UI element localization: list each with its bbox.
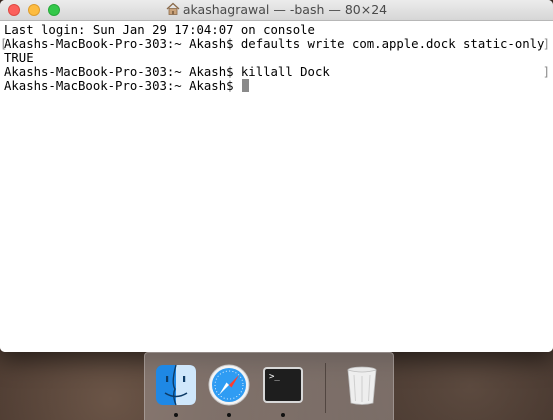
window-title-container: akashagrawal — -bash — 80×24	[0, 2, 553, 17]
running-indicator	[281, 413, 285, 417]
terminal-prompt-line: Akashs-MacBook-Pro-303:~ Akash$	[4, 79, 249, 93]
dock-separator	[325, 363, 326, 413]
home-folder-icon	[166, 2, 180, 15]
wrap-marker-right: ]	[542, 37, 550, 51]
dock: >_	[144, 352, 394, 420]
terminal-prompt: Akashs-MacBook-Pro-303:~ Akash$	[4, 79, 241, 93]
dock-item-finder[interactable]	[154, 363, 198, 407]
dock-item-terminal[interactable]: >_	[261, 363, 305, 407]
dock-item-trash[interactable]	[340, 363, 384, 407]
safari-icon	[208, 364, 250, 406]
terminal-content[interactable]: Last login: Sun Jan 29 17:04:07 on conso…	[0, 21, 553, 352]
dock-item-safari[interactable]	[207, 363, 251, 407]
finder-icon	[156, 364, 196, 406]
terminal-line: Akashs-MacBook-Pro-303:~ Akash$ defaults…	[4, 37, 553, 51]
terminal-line: TRUE	[4, 51, 34, 65]
trash-icon	[347, 366, 377, 405]
terminal-line: Last login: Sun Jan 29 17:04:07 on conso…	[4, 23, 315, 37]
terminal-icon	[263, 367, 303, 403]
title-bar[interactable]: akashagrawal — -bash — 80×24	[0, 0, 553, 21]
wrap-marker-right: ]	[542, 65, 550, 79]
window-title: akashagrawal — -bash — 80×24	[182, 2, 388, 17]
running-indicator	[227, 413, 231, 417]
terminal-icon-prompt: >_	[269, 372, 280, 382]
terminal-line: Akashs-MacBook-Pro-303:~ Akash$ killall …	[4, 65, 330, 79]
text-cursor	[241, 79, 249, 92]
running-indicator	[174, 413, 178, 417]
terminal-window: akashagrawal — -bash — 80×24 Last login:…	[0, 0, 553, 352]
